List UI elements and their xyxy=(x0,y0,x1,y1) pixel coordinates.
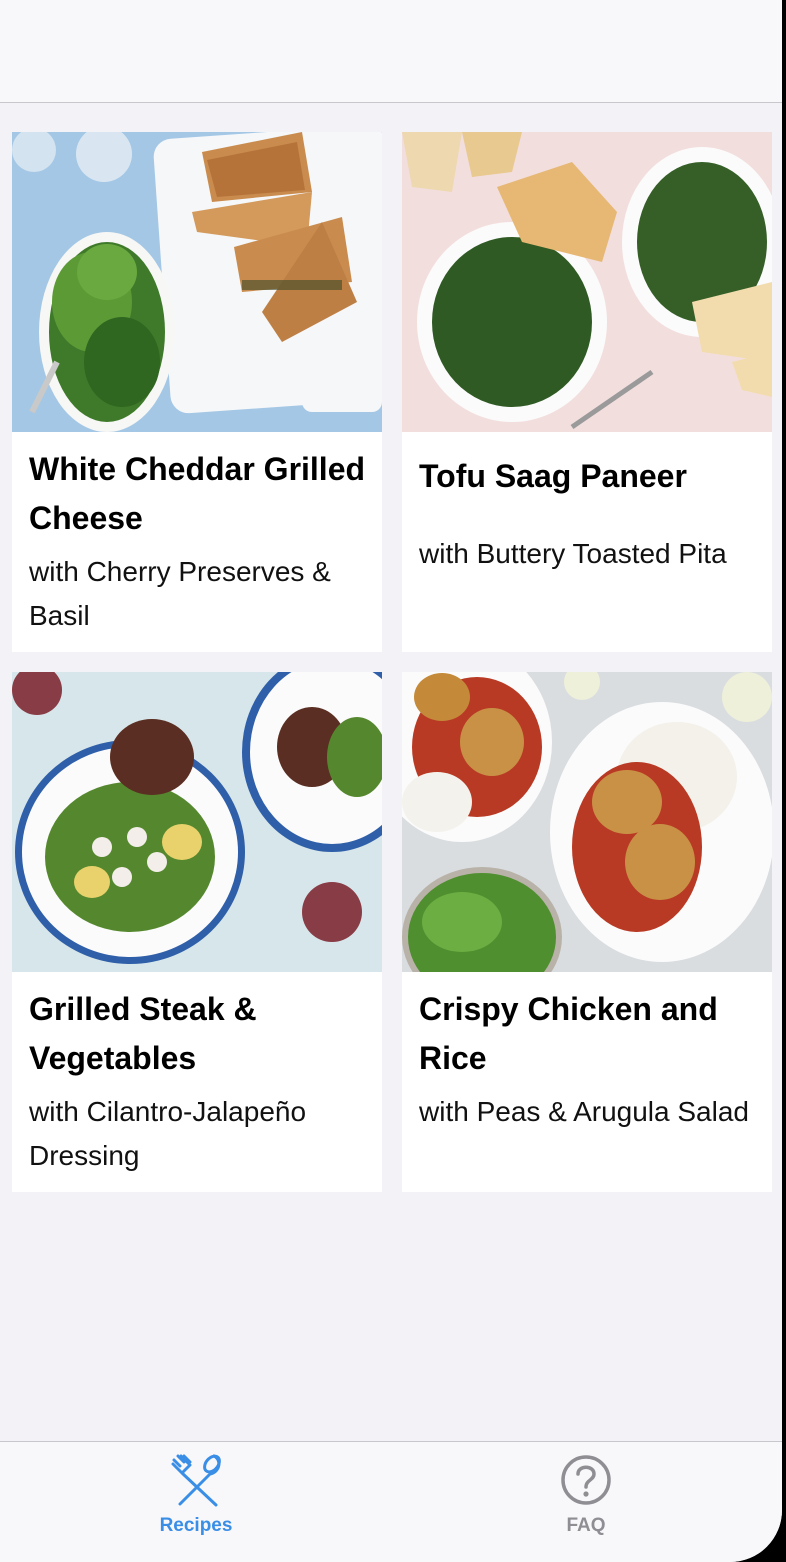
recipe-title: Tofu Saag Paneer xyxy=(419,458,687,494)
recipe-card-tofu-saag[interactable]: Tofu Saag Paneer with Buttery Toasted Pi… xyxy=(402,132,772,652)
recipe-photo xyxy=(12,132,382,432)
recipe-title: Crispy Chicken and Rice xyxy=(419,991,718,1076)
tab-recipes[interactable]: Recipes xyxy=(96,1442,296,1562)
fork-spoon-icon xyxy=(171,1454,221,1507)
tab-faq[interactable]: FAQ xyxy=(486,1442,686,1562)
recipe-title: White Cheddar Grilled Cheese xyxy=(29,451,366,536)
recipe-subtitle: with Cilantro-Jalapeño Dressing xyxy=(29,1096,307,1171)
recipe-photo xyxy=(12,672,382,972)
tab-recipes-label: Recipes xyxy=(159,1515,233,1536)
recipe-title: Grilled Steak & Vegetables xyxy=(29,991,257,1076)
tab-faq-label: FAQ xyxy=(566,1515,606,1536)
recipe-card-crispy-chicken[interactable]: Crispy Chicken and Rice with Peas & Arug… xyxy=(402,672,772,1192)
recipe-subtitle: with Cherry Preserves & Basil xyxy=(29,556,331,631)
recipe-card-grilled-steak[interactable]: Grilled Steak & Vegetables with Cilantro… xyxy=(12,672,382,1192)
recipe-subtitle: with Peas & Arugula Salad xyxy=(419,1096,749,1127)
app-screen: White Cheddar Grilled Cheese with Cherry… xyxy=(0,0,782,1562)
question-circle-icon xyxy=(561,1455,611,1505)
recipe-photo xyxy=(402,132,772,432)
recipe-card-grilled-cheese[interactable]: White Cheddar Grilled Cheese with Cherry… xyxy=(12,132,382,652)
recipe-photo xyxy=(402,672,772,972)
tab-bar: Recipes FAQ xyxy=(0,1441,782,1562)
recipe-subtitle: with Buttery Toasted Pita xyxy=(419,538,727,569)
navigation-bar xyxy=(0,0,782,103)
